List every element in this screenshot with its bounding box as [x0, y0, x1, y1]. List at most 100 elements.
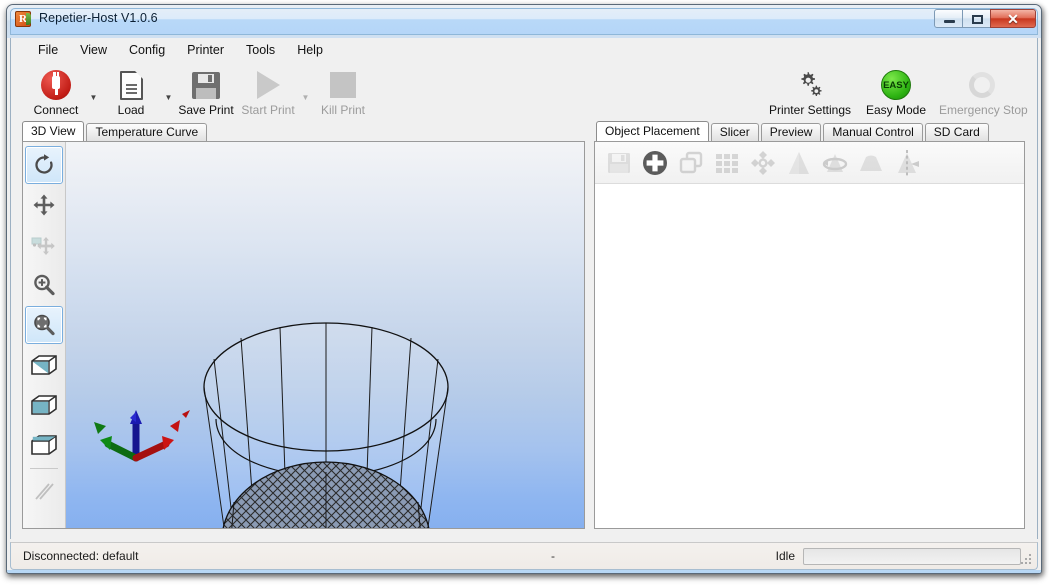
close-icon: ✕ [1007, 11, 1019, 27]
connect-button-label: Connect [33, 103, 79, 117]
save-print-button-label: Save Print [178, 103, 234, 117]
tab-object-placement[interactable]: Object Placement [596, 121, 709, 141]
cube-solid-icon [31, 395, 57, 415]
start-print-button[interactable]: Start Print [237, 64, 299, 117]
floppy-disk-icon [175, 68, 237, 102]
view-parallel-tool[interactable] [25, 346, 63, 384]
axis-z [130, 410, 142, 462]
stop-square-icon [312, 68, 374, 102]
main-toolbar: Connect ▼ Load ▼ Save Print Start Print … [10, 62, 1038, 119]
copy-object-button[interactable] [673, 145, 709, 181]
zoom-fit-tool[interactable] [25, 306, 63, 344]
title-bar: R Repetier-Host V1.0.6 ✕ [7, 5, 1041, 38]
save-object-button[interactable] [601, 145, 637, 181]
add-object-icon [643, 150, 667, 175]
center-object-icon [751, 150, 775, 175]
rotate-object-button[interactable] [817, 145, 853, 181]
mirror-object-button[interactable] [889, 145, 925, 181]
multiply-object-button[interactable] [709, 145, 745, 181]
add-object-button[interactable] [637, 145, 673, 181]
tab-preview[interactable]: Preview [760, 123, 822, 141]
toolbar-right-group: Printer Settings EASY Easy Mode Emergenc… [767, 64, 1028, 117]
toolbar-left-group: Connect ▼ Load ▼ Save Print Start Print … [25, 64, 374, 117]
move-object-tool[interactable] [25, 226, 63, 264]
gears-icon-svg [801, 72, 822, 97]
maximize-button[interactable] [962, 9, 991, 28]
zoom-in-icon [34, 274, 55, 296]
tab-temperature-curve[interactable]: Temperature Curve [86, 123, 208, 141]
left-panel [22, 141, 585, 529]
view-tool-column [23, 142, 66, 528]
3d-viewport[interactable] [66, 142, 584, 528]
start-print-dropdown-arrow[interactable]: ▼ [299, 93, 312, 102]
lines-icon [35, 483, 54, 500]
tab-slicer[interactable]: Slicer [710, 123, 759, 141]
window-title: Repetier-Host V1.0.6 [39, 11, 158, 25]
scale-object-icon [789, 151, 809, 174]
close-button[interactable]: ✕ [990, 9, 1036, 28]
connect-button[interactable]: Connect [25, 64, 87, 117]
move-view-tool[interactable] [25, 186, 63, 224]
copy-object-icon [679, 151, 703, 173]
rotate-view-tool[interactable] [25, 146, 63, 184]
load-dropdown-arrow[interactable]: ▼ [162, 93, 175, 102]
axis-y [94, 422, 140, 462]
zoom-in-tool[interactable] [25, 266, 63, 304]
right-panel [594, 141, 1025, 529]
tool-separator [30, 468, 58, 469]
zoom-fit-icon [34, 314, 55, 336]
resize-grip-icon[interactable] [1021, 554, 1033, 566]
rotate-object-icon [822, 153, 848, 172]
object-placement-body[interactable] [595, 184, 1024, 528]
gears-icon [767, 68, 853, 102]
easy-badge-text: EASY [881, 70, 911, 100]
status-middle: - [551, 549, 555, 563]
center-object-button[interactable] [745, 145, 781, 181]
minimize-button[interactable] [934, 9, 963, 28]
panel-scrollbar-track[interactable] [1027, 141, 1035, 529]
easy-mode-button[interactable]: EASY Easy Mode [853, 64, 939, 117]
save-print-button[interactable]: Save Print [175, 64, 237, 117]
menu-item-tools[interactable]: Tools [235, 40, 286, 60]
connect-plug-icon [25, 68, 87, 102]
multiply-object-icon [716, 153, 738, 173]
tab-manual-control[interactable]: Manual Control [823, 123, 923, 141]
menu-item-file[interactable]: File [27, 40, 69, 60]
move-arrows-icon [33, 194, 55, 216]
play-triangle-icon [237, 68, 299, 102]
view-lines-tool[interactable] [25, 473, 63, 511]
left-panel-tabstrip: 3D View Temperature Curve [22, 121, 209, 141]
menu-bar: File View Config Printer Tools Help [10, 38, 1038, 62]
scale-object-button[interactable] [781, 145, 817, 181]
connect-dropdown-arrow[interactable]: ▼ [87, 93, 100, 102]
kill-print-button[interactable]: Kill Print [312, 64, 374, 117]
move-object-icon [31, 237, 55, 255]
emergency-stop-button[interactable]: Emergency Stop [939, 64, 1028, 117]
printer-settings-button[interactable]: Printer Settings [767, 64, 853, 117]
title-bar-inner [10, 8, 1038, 35]
right-panel-tabstrip: Object Placement Slicer Preview Manual C… [596, 121, 991, 141]
status-connection: Disconnected: default [23, 549, 139, 563]
cube-wireframe-icon [31, 435, 57, 455]
axis-indicator-icon [94, 410, 190, 462]
desktop-background: R Repetier-Host V1.0.6 ✕ File View Confi… [0, 0, 1049, 586]
menu-item-printer[interactable]: Printer [176, 40, 235, 60]
menu-item-config[interactable]: Config [118, 40, 176, 60]
cube-parallel-icon [31, 355, 57, 375]
easy-mode-label: Easy Mode [865, 103, 927, 117]
load-button-label: Load [117, 103, 145, 117]
menu-item-view[interactable]: View [69, 40, 118, 60]
tab-sd-card[interactable]: SD Card [924, 123, 989, 141]
menu-item-help[interactable]: Help [286, 40, 334, 60]
drop-object-button[interactable] [853, 145, 889, 181]
emergency-stop-icon [939, 68, 1025, 102]
object-placement-toolbar [595, 142, 1024, 184]
view-wireframe-tool[interactable] [25, 426, 63, 464]
kill-print-button-label: Kill Print [320, 103, 365, 117]
status-progress-bar [803, 547, 1021, 565]
status-job-state: Idle [775, 549, 795, 563]
tab-3d-view[interactable]: 3D View [22, 121, 85, 141]
emergency-stop-label: Emergency Stop [939, 103, 1028, 117]
view-solid-tool[interactable] [25, 386, 63, 424]
load-button[interactable]: Load [100, 64, 162, 117]
